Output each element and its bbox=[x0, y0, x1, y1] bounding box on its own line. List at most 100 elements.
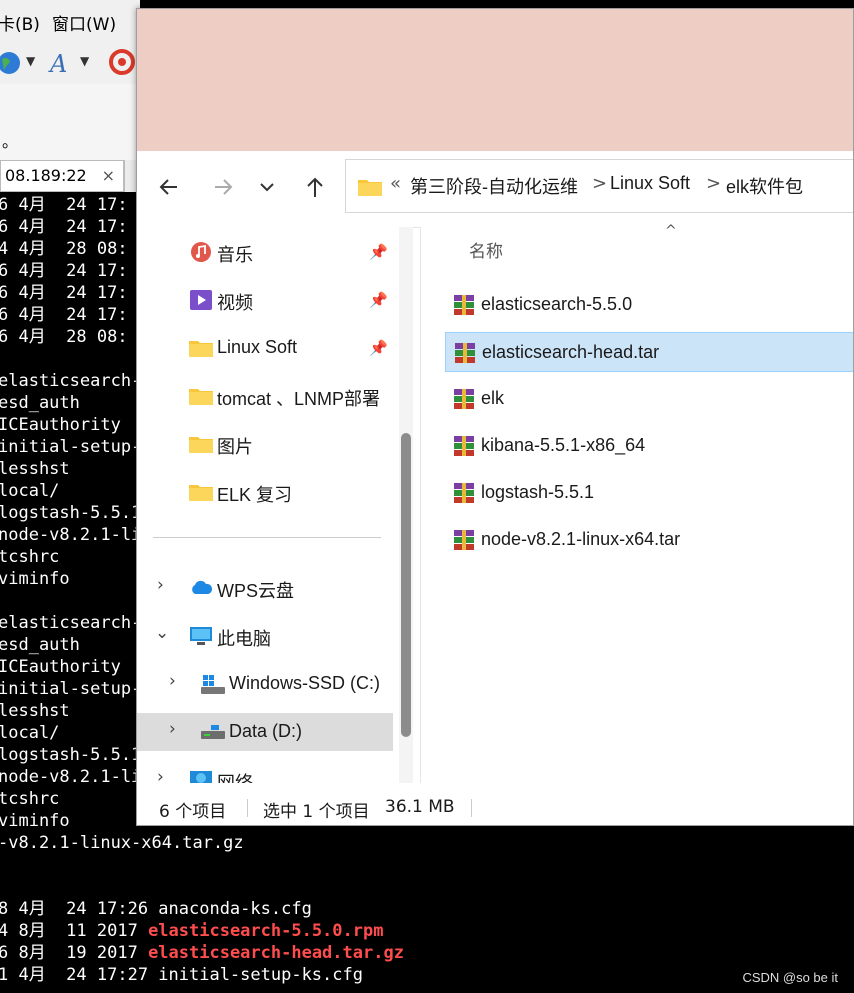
watermark: CSDN @so be it bbox=[742, 970, 838, 985]
column-header-name[interactable]: 名称 bbox=[469, 237, 503, 262]
file-name: kibana-5.5.1-x86_64 bbox=[481, 435, 646, 455]
file-explorer-window: « 第三阶段-自动化运维 > Linux Soft > elk软件包 音乐 📌 … bbox=[136, 8, 854, 826]
nav-item-data-drive[interactable]: › Data (D:) bbox=[137, 713, 393, 751]
chevron-right-icon[interactable]: › bbox=[169, 719, 176, 739]
breadcrumb-separator[interactable]: > bbox=[592, 173, 607, 194]
nav-item-label: ELK 复习 bbox=[217, 485, 293, 505]
terminal-line: logstash-5.5.1 bbox=[0, 502, 141, 524]
file-list: ^ 名称 elasticsearch-5.5.0 elasticsearch-he… bbox=[421, 223, 853, 783]
music-icon bbox=[191, 242, 211, 262]
terminal-line: logstash-5.5.1 bbox=[0, 744, 141, 766]
terminal-line: viminfo bbox=[0, 568, 70, 590]
terminal-line-text: logstash-5.5.1 bbox=[0, 745, 142, 765]
folder-icon bbox=[189, 341, 213, 357]
up-button[interactable] bbox=[297, 169, 333, 205]
nav-item-wps-cloud[interactable]: › WPS云盘 bbox=[137, 569, 412, 607]
breadcrumb-item[interactable]: 第三阶段-自动化运维 bbox=[410, 173, 578, 199]
archive-icon bbox=[454, 295, 474, 315]
nav-item-video[interactable]: 视频 📌 bbox=[137, 281, 412, 319]
forward-button[interactable] bbox=[205, 169, 241, 205]
terminal-line: lesshst bbox=[0, 700, 70, 722]
swirl-icon[interactable] bbox=[108, 48, 136, 76]
navigation-pane: 音乐 📌 视频 📌 Linux Soft 📌 tomcat 、LNMP部署 图片… bbox=[137, 227, 413, 793]
nav-item-label: WPS云盘 bbox=[217, 581, 295, 601]
terminal-line: ICEauthority bbox=[0, 656, 121, 678]
close-icon[interactable]: × bbox=[102, 161, 115, 191]
terminal-line-text: viminfo bbox=[0, 811, 70, 831]
breadcrumb-overflow[interactable]: « bbox=[390, 173, 401, 194]
arrow-right-icon bbox=[215, 179, 233, 195]
terminal-line-text: 4 4月 28 08: bbox=[0, 239, 128, 259]
bg-toolbar: ▼ A ▼ bbox=[0, 42, 140, 84]
terminal-line-text: 6 4月 24 17: bbox=[0, 261, 128, 281]
back-button[interactable] bbox=[151, 169, 187, 205]
terminal-line: node-v8.2.1-li bbox=[0, 766, 141, 788]
terminal-line: 6 4月 24 17: bbox=[0, 282, 128, 304]
svg-text:A: A bbox=[48, 50, 67, 76]
terminal-line: 6 4月 24 17: bbox=[0, 260, 128, 282]
terminal-line-text: 6 4月 28 08: bbox=[0, 327, 128, 347]
breadcrumb-item[interactable]: elk软件包 bbox=[726, 173, 803, 199]
dropdown-arrow-icon[interactable]: ▼ bbox=[26, 54, 35, 68]
recent-locations-button[interactable] bbox=[249, 169, 285, 205]
terminal-line-text: 4 8月 11 2017 bbox=[0, 921, 149, 941]
bg-menu-item[interactable]: 卡(B) bbox=[0, 10, 40, 35]
terminal-line: initial-setup- bbox=[0, 436, 141, 458]
nav-item-this-pc[interactable]: ⌄ 此电脑 bbox=[137, 617, 412, 655]
folder-icon bbox=[189, 437, 213, 453]
sort-ascending-icon: ^ bbox=[665, 223, 677, 239]
chevron-right-icon[interactable]: › bbox=[157, 575, 164, 595]
file-row[interactable]: logstash-5.5.1 bbox=[445, 473, 853, 513]
window-titlebar[interactable] bbox=[137, 9, 853, 151]
file-name: elasticsearch-5.5.0 bbox=[481, 294, 633, 314]
nav-item-music[interactable]: 音乐 📌 bbox=[137, 233, 412, 271]
bg-tab-label: 08.189:22 bbox=[5, 166, 87, 185]
nav-item-label: tomcat 、LNMP部署 bbox=[217, 389, 381, 409]
video-icon bbox=[190, 290, 212, 310]
font-icon[interactable]: A bbox=[48, 48, 76, 76]
chevron-right-icon[interactable]: › bbox=[169, 671, 176, 691]
terminal-line-text: logstash-5.5.1 bbox=[0, 503, 142, 523]
address-bar[interactable]: « 第三阶段-自动化运维 > Linux Soft > elk软件包 bbox=[345, 159, 853, 213]
nav-item-windows-ssd[interactable]: › Windows-SSD (C:) bbox=[137, 665, 412, 703]
terminal-line-text: tcshrc bbox=[0, 547, 60, 567]
file-row[interactable]: elasticsearch-head.tar bbox=[445, 332, 853, 372]
terminal-line-text: viminfo bbox=[0, 569, 70, 589]
bg-partial-text: 。 bbox=[2, 132, 19, 151]
folder-icon bbox=[189, 389, 213, 405]
terminal-line-text: esd_auth bbox=[0, 635, 80, 655]
file-name: node-v8.2.1-linux-x64.tar bbox=[481, 529, 681, 549]
nav-scrollbar-thumb[interactable] bbox=[401, 433, 411, 737]
terminal-line: local/ bbox=[0, 722, 59, 744]
file-row[interactable]: kibana-5.5.1-x86_64 bbox=[445, 426, 853, 466]
nav-item-linux-soft[interactable]: Linux Soft 📌 bbox=[137, 329, 412, 367]
terminal-line: node-v8.2.1-li bbox=[0, 524, 141, 546]
status-divider bbox=[471, 799, 472, 817]
dropdown-arrow-icon[interactable]: ▼ bbox=[80, 54, 89, 68]
breadcrumb-item[interactable]: Linux Soft bbox=[610, 173, 690, 194]
nav-item-tomcat[interactable]: tomcat 、LNMP部署 bbox=[137, 377, 412, 415]
terminal-line: ICEauthority bbox=[0, 414, 121, 436]
bg-session-tab[interactable]: 08.189:22 × bbox=[0, 160, 124, 192]
terminal-line-text: local/ bbox=[0, 481, 60, 501]
breadcrumb-separator[interactable]: > bbox=[706, 173, 721, 194]
file-row[interactable]: node-v8.2.1-linux-x64.tar bbox=[445, 520, 853, 560]
globe-icon[interactable] bbox=[0, 50, 22, 76]
terminal-line: tcshrc bbox=[0, 788, 59, 810]
terminal-line: tcshrc bbox=[0, 546, 59, 568]
chevron-down-icon[interactable]: ⌄ bbox=[155, 623, 169, 643]
bg-menubar: 卡(B) 窗口(W) bbox=[0, 0, 140, 42]
file-row[interactable]: elk bbox=[445, 379, 853, 419]
bg-toolbar-secondary: 。 bbox=[0, 84, 140, 161]
file-row[interactable]: elasticsearch-5.5.0 bbox=[445, 285, 853, 325]
archive-icon bbox=[454, 389, 474, 409]
bg-menu-item[interactable]: 窗口(W) bbox=[52, 10, 116, 35]
terminal-line: -v8.2.1-linux-x64.tar.gz bbox=[0, 832, 244, 854]
nav-item-pictures[interactable]: 图片 bbox=[137, 425, 412, 463]
terminal-line: 4 8月 11 2017 elasticsearch-5.5.0.rpm bbox=[0, 920, 383, 942]
terminal-line-text: ICEauthority bbox=[0, 415, 121, 435]
chevron-down-icon bbox=[260, 183, 274, 192]
terminal-line-text: node-v8.2.1-li bbox=[0, 767, 142, 787]
terminal-line: 4 4月 28 08: bbox=[0, 238, 128, 260]
nav-item-elk-review[interactable]: ELK 复习 bbox=[137, 473, 412, 511]
